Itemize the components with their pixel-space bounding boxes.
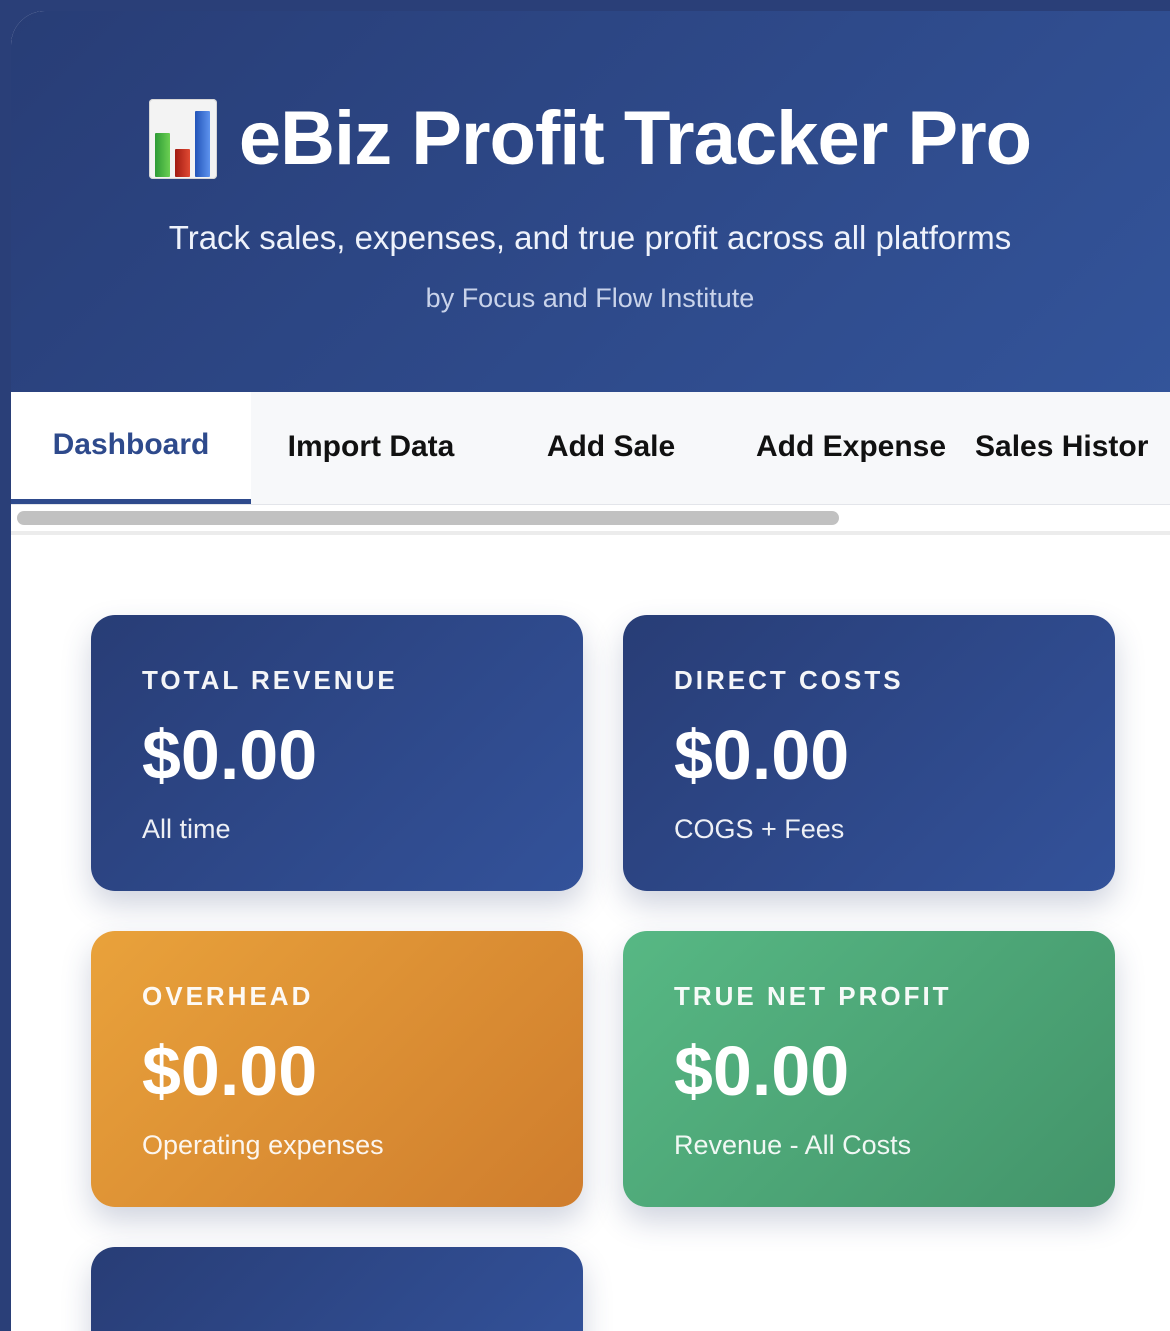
card-label: TRUE NET PROFIT — [674, 981, 952, 1011]
true-net-profit-card: TRUE NET PROFIT $0.00 Revenue - All Cost… — [623, 931, 1115, 1207]
chart-icon-bar-red — [175, 149, 191, 177]
app-title: eBiz Profit Tracker Pro — [238, 96, 1032, 181]
tab-bar: Dashboard Import Data Add Sale Add Expen… — [11, 392, 1170, 505]
card-value: $0.00 — [142, 716, 318, 794]
card-value: $0.00 — [674, 716, 850, 794]
card-value: $0.00 — [674, 1032, 850, 1110]
card-subtext: COGS + Fees — [674, 814, 845, 844]
tab-scrollbar-thumb[interactable] — [17, 511, 839, 525]
bar-chart-icon — [148, 99, 217, 179]
card-subtext: All time — [142, 814, 231, 844]
title-row: eBiz Profit Tracker Pro — [11, 99, 1169, 179]
tab-scrollbar[interactable] — [11, 505, 1170, 535]
tab-add-expense[interactable]: Add Expense — [731, 392, 971, 504]
tab-sales-history[interactable]: Sales Histor — [975, 392, 1170, 504]
chart-icon-bar-blue — [195, 111, 211, 177]
tab-import-data[interactable]: Import Data — [251, 392, 491, 504]
app-header: eBiz Profit Tracker Pro Track sales, exp… — [11, 11, 1170, 392]
overhead-card: OVERHEAD $0.00 Operating expenses — [91, 931, 583, 1207]
card-value: $0.00 — [142, 1032, 318, 1110]
app-subtitle: Track sales, expenses, and true profit a… — [168, 219, 1012, 256]
partial-card — [91, 1247, 583, 1331]
tab-add-sale[interactable]: Add Sale — [491, 392, 731, 504]
card-subtext: Revenue - All Costs — [674, 1130, 912, 1160]
chart-icon-bar-green — [155, 133, 171, 177]
total-revenue-card: TOTAL REVENUE $0.00 All time — [91, 615, 583, 891]
card-label: TOTAL REVENUE — [142, 665, 398, 695]
card-label: OVERHEAD — [142, 981, 314, 1011]
card-label: DIRECT COSTS — [674, 665, 904, 695]
dashboard-content: TOTAL REVENUE $0.00 All time DIRECT COST… — [11, 535, 1170, 1331]
tab-dashboard[interactable]: Dashboard — [11, 392, 251, 504]
card-subtext: Operating expenses — [142, 1130, 384, 1160]
app-window: eBiz Profit Tracker Pro Track sales, exp… — [11, 11, 1170, 1331]
stats-grid: TOTAL REVENUE $0.00 All time DIRECT COST… — [91, 615, 1170, 1331]
direct-costs-card: DIRECT COSTS $0.00 COGS + Fees — [623, 615, 1115, 891]
app-byline: by Focus and Flow Institute — [425, 283, 755, 313]
